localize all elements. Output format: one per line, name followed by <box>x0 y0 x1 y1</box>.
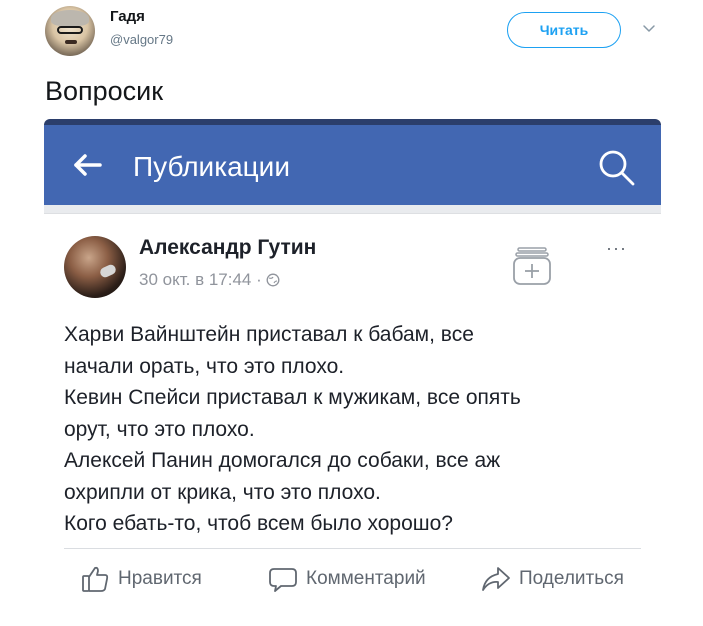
fb-post-line: Алексей Панин домогался до собаки, все а… <box>64 449 501 472</box>
tweet-media-image[interactable]: Публикации Александр Гутин 30 окт. в 17:… <box>44 119 661 626</box>
display-name[interactable]: Гадя <box>110 8 145 25</box>
save-collection-icon <box>513 247 551 285</box>
search-icon <box>599 150 635 186</box>
avatar-glasses <box>57 26 83 34</box>
fb-author-avatar <box>64 236 126 298</box>
comment-bubble-icon <box>269 568 297 592</box>
fb-comment-label: Комментарий <box>306 568 426 589</box>
chevron-down-icon[interactable] <box>642 22 656 36</box>
fb-post-line: Кевин Спейси приставал к мужикам, все оп… <box>64 386 521 409</box>
more-options-icon: ··· <box>606 238 627 258</box>
thumbs-up-icon <box>82 566 109 592</box>
fb-header-title: Публикации <box>133 151 290 182</box>
fb-divider <box>64 548 641 549</box>
avatar-hair <box>51 10 89 26</box>
fb-share-action: Поделиться <box>481 564 624 594</box>
arrow-left-icon <box>74 154 102 176</box>
fb-post-line: орут, что это плохо. <box>64 417 255 441</box>
fb-post-line: Харви Вайнштейн приставал к бабам, все <box>64 323 474 346</box>
fb-post-body: Харви Вайнштейн приставал к бабам, все н… <box>64 319 644 540</box>
fb-share-label: Поделиться <box>519 568 624 589</box>
fb-post-line: начали орать, что это плохо. <box>64 354 345 378</box>
user-handle[interactable]: @valgor79 <box>110 32 173 47</box>
fb-post-line: охрипли от крика, что это плохо. <box>64 480 381 504</box>
avatar-mouth <box>65 40 77 44</box>
fb-header-bar: Публикации <box>44 125 661 205</box>
fb-action-bar: Нравится Комментарий Поделиться <box>44 550 661 610</box>
follow-button[interactable]: Читать <box>507 12 621 48</box>
share-arrow-icon <box>482 567 510 591</box>
fb-comment-action: Комментарий <box>268 564 426 594</box>
fb-post-timestamp: 30 окт. в 17:44 · <box>139 270 262 289</box>
fb-like-label: Нравится <box>118 568 202 589</box>
fb-post-meta: 30 окт. в 17:44 · <box>139 270 280 290</box>
user-avatar[interactable] <box>45 6 95 56</box>
fb-like-action: Нравится <box>80 564 202 594</box>
avatar-microphone <box>98 263 118 279</box>
fb-author-name: Александр Гутин <box>139 236 317 259</box>
tweet-text: Вопросик <box>45 76 164 106</box>
fb-post-line: Кого ебать-то, чтоб всем было хорошо? <box>64 512 453 535</box>
globe-icon <box>266 273 280 287</box>
fb-post-card: Александр Гутин 30 окт. в 17:44 · ··· Ха… <box>44 213 661 626</box>
